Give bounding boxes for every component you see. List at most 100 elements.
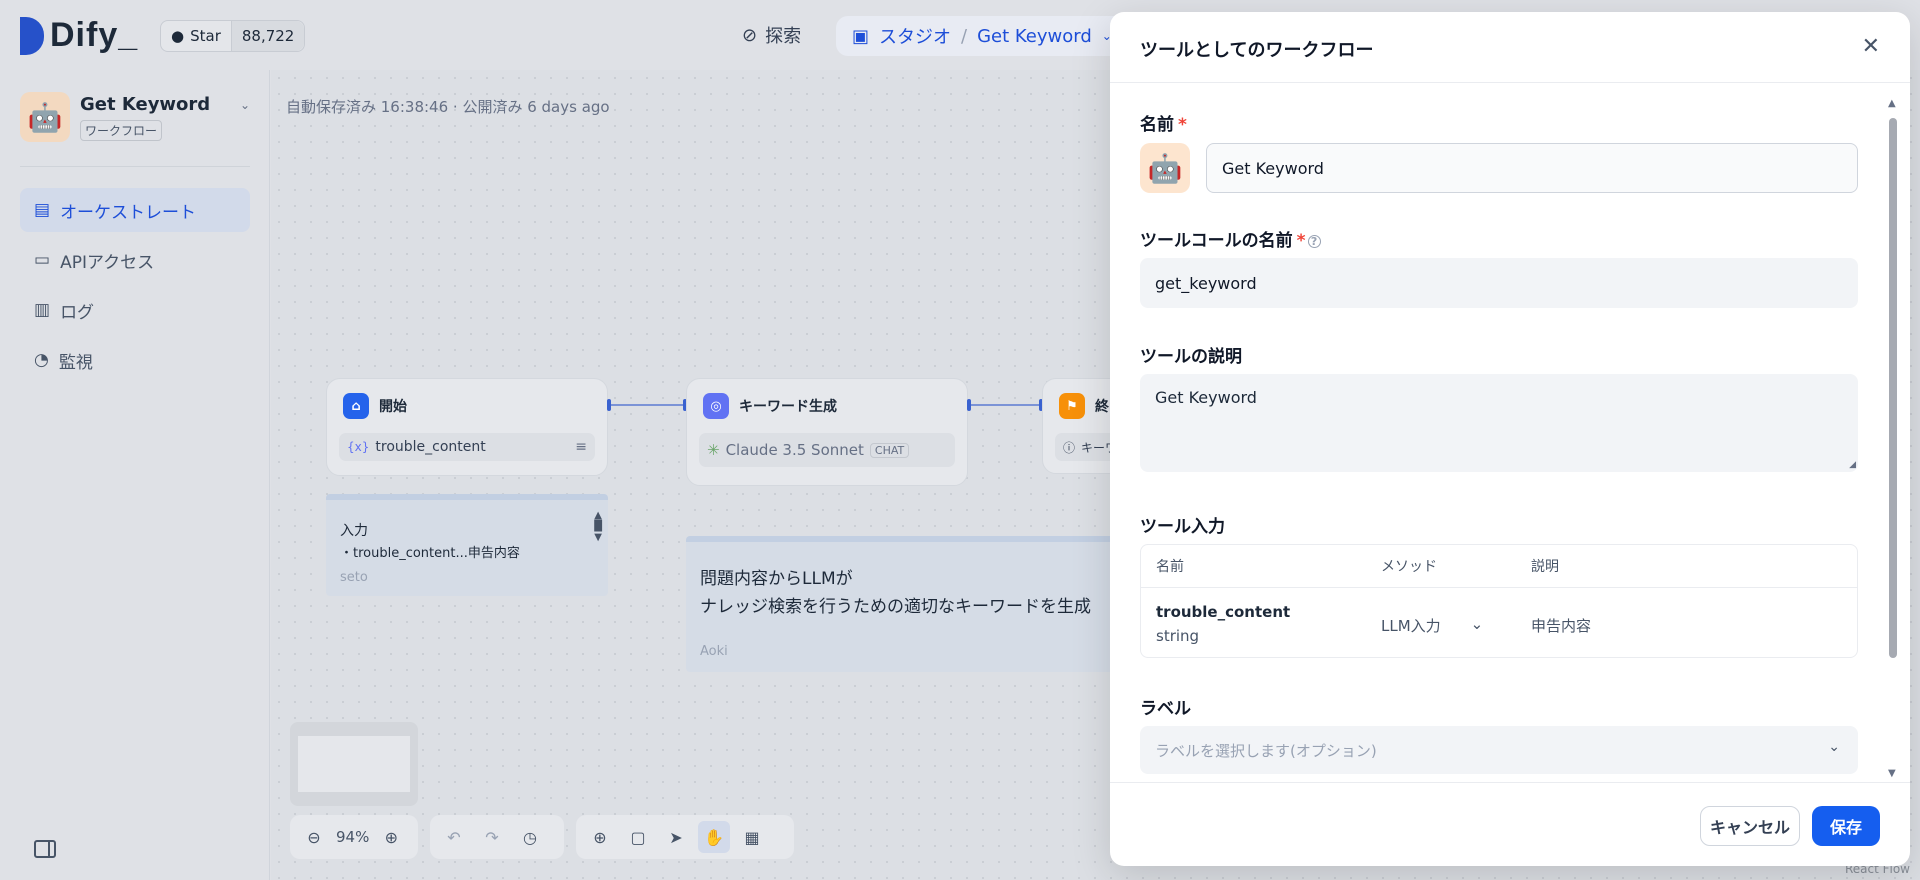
add-note-icon[interactable]: ▢ bbox=[622, 821, 654, 853]
description-textarea[interactable]: Get Keyword ◢ bbox=[1140, 374, 1858, 472]
label-placeholder: ラベルを選択します(オプション) bbox=[1155, 741, 1377, 760]
zoom-level[interactable]: 94% bbox=[336, 828, 369, 846]
llm-icon: ◎ bbox=[703, 393, 729, 419]
name-label: 名前 * bbox=[1140, 115, 1187, 135]
layout-grid-icon[interactable]: ▦ bbox=[736, 821, 768, 853]
label-label: ラベル bbox=[1140, 699, 1191, 719]
history-icon[interactable]: ◷ bbox=[514, 821, 546, 853]
call-name-input[interactable]: get_keyword bbox=[1140, 258, 1858, 308]
node-variable: {x} trouble_content ≡ bbox=[339, 433, 595, 461]
note-text: ナレッジ検索を行うための適切なキーワードを生成 bbox=[700, 597, 1091, 617]
nav-explore[interactable]: ⊘ 探索 bbox=[742, 22, 801, 48]
param-type: string bbox=[1156, 627, 1200, 645]
sidebar-item-logs[interactable]: ▥ ログ bbox=[20, 288, 250, 332]
divider bbox=[20, 166, 250, 167]
robot-icon: ▣ bbox=[852, 25, 870, 47]
terminal-icon: ▭ bbox=[34, 250, 51, 270]
current-app-label: Get Keyword bbox=[977, 25, 1092, 47]
sidebar-item-orchestrate[interactable]: ▤ オーケストレート bbox=[20, 188, 250, 232]
scroll-arrows-icon[interactable]: ▲ █ ▼ bbox=[594, 510, 602, 543]
variable-icon: {x} bbox=[347, 440, 370, 454]
nav-studio-label: スタジオ bbox=[879, 27, 952, 48]
model-badge: ✳ Claude 3.5 Sonnet CHAT bbox=[699, 433, 955, 467]
llm-node[interactable]: ◎ キーワード生成 ✳ Claude 3.5 Sonnet CHAT bbox=[686, 378, 968, 486]
node-title: キーワード生成 bbox=[739, 399, 837, 415]
compass-icon: ⊘ bbox=[742, 24, 758, 46]
table-header: メソッド bbox=[1381, 559, 1437, 575]
param-description-input[interactable]: 申告内容 bbox=[1531, 615, 1591, 636]
resize-handle-icon[interactable]: ◢ bbox=[1849, 460, 1856, 470]
chevron-down-icon[interactable]: ⌄ bbox=[240, 98, 250, 112]
save-button[interactable]: 保存 bbox=[1812, 806, 1880, 846]
dialog-title: ツールとしてのワークフロー bbox=[1140, 40, 1374, 61]
workflow-as-tool-dialog: ツールとしてのワークフロー ✕ 名前 * 🤖 Get Keyword ツールコール… bbox=[1110, 12, 1910, 866]
github-icon: ● bbox=[171, 27, 185, 45]
param-name: trouble_content bbox=[1156, 603, 1291, 621]
app-name: Get Keyword bbox=[80, 94, 211, 115]
tool-input-table: 名前 メソッド 説明 trouble_content string LLM入力 … bbox=[1140, 544, 1858, 658]
method-select[interactable]: LLM入力 ⌄ bbox=[1381, 615, 1483, 636]
star-label: Star bbox=[190, 27, 221, 45]
variable-name: trouble_content bbox=[375, 439, 486, 455]
sidebar-item-label: ログ bbox=[60, 302, 95, 323]
note-card[interactable]: 入力 ・trouble_content...申告内容 seto ▲ █ ▼ bbox=[326, 494, 608, 596]
label-select[interactable]: ラベルを選択します(オプション) ⌄ bbox=[1140, 726, 1858, 774]
tool-input-label: ツール入力 bbox=[1140, 517, 1225, 537]
description-label: ツールの説明 bbox=[1140, 347, 1242, 367]
divider bbox=[1110, 82, 1910, 83]
cancel-button[interactable]: キャンセル bbox=[1700, 806, 1800, 846]
node-title: 開始 bbox=[379, 399, 407, 415]
canvas-tools: ⊕ ▢ ➤ ✋ ▦ bbox=[576, 815, 794, 859]
breadcrumb-separator: / bbox=[961, 25, 968, 47]
help-icon[interactable]: ? bbox=[1307, 234, 1321, 248]
dialog-scrollbar[interactable]: ▲ ▼ bbox=[1888, 98, 1898, 779]
sidebar-menu: ▤ オーケストレート ▭ APIアクセス ▥ ログ ◔ 監視 bbox=[20, 188, 250, 388]
note-text: ・trouble_content...申告内容 bbox=[340, 546, 520, 561]
logo-mark-icon bbox=[20, 16, 44, 55]
note-text: 問題内容からLLMが bbox=[700, 569, 853, 589]
divider bbox=[1110, 782, 1910, 783]
redo-icon[interactable]: ↷ bbox=[476, 821, 508, 853]
divider bbox=[1141, 587, 1857, 588]
panel-toggle-icon[interactable] bbox=[34, 840, 56, 858]
table-header: 名前 bbox=[1156, 559, 1184, 575]
note-author: seto bbox=[340, 570, 368, 585]
gauge-icon: ◔ bbox=[34, 350, 49, 370]
add-node-icon[interactable]: ⊕ bbox=[584, 821, 616, 853]
tool-icon-picker[interactable]: 🤖 bbox=[1140, 143, 1190, 193]
mode-badge: CHAT bbox=[869, 442, 910, 458]
note-author: Aoki bbox=[700, 644, 728, 659]
app-avatar: 🤖 bbox=[20, 92, 70, 142]
close-icon[interactable]: ✕ bbox=[1862, 34, 1880, 59]
dify-logo[interactable]: Dify_ bbox=[20, 16, 138, 55]
sidebar-item-label: 監視 bbox=[58, 352, 93, 373]
sidebar-item-label: APIアクセス bbox=[60, 252, 155, 273]
zoom-out-icon[interactable]: ⊖ bbox=[298, 821, 330, 853]
hand-icon[interactable]: ✋ bbox=[698, 821, 730, 853]
scroll-up-icon[interactable]: ▲ bbox=[1888, 98, 1896, 109]
star-count: 88,722 bbox=[230, 21, 305, 51]
app-type-badge: ワークフロー bbox=[80, 120, 163, 141]
nav-studio[interactable]: ▣ スタジオ / Get Keyword ⌄ bbox=[836, 16, 1128, 56]
autosave-status: 自動保存済み 16:38:46 · 公開済み 6 days ago bbox=[286, 98, 610, 116]
model-name: Claude 3.5 Sonnet bbox=[725, 441, 864, 459]
scrollbar-thumb[interactable] bbox=[1889, 118, 1897, 658]
start-node[interactable]: ⌂ 開始 {x} trouble_content ≡ bbox=[326, 378, 608, 476]
pointer-icon[interactable]: ➤ bbox=[660, 821, 692, 853]
chevron-down-icon: ⌄ bbox=[1828, 739, 1840, 755]
minimap[interactable] bbox=[290, 722, 418, 806]
edge bbox=[971, 404, 1039, 406]
github-star-button[interactable]: ● Star 88,722 bbox=[160, 20, 306, 52]
sidebar-item-api-access[interactable]: ▭ APIアクセス bbox=[20, 238, 250, 282]
name-input[interactable]: Get Keyword bbox=[1206, 143, 1858, 193]
note-card[interactable]: 問題内容からLLMが ナレッジ検索を行うための適切なキーワードを生成 Aoki bbox=[686, 536, 1126, 672]
sidebar-item-monitoring[interactable]: ◔ 監視 bbox=[20, 338, 250, 382]
scroll-down-icon[interactable]: ▼ bbox=[1888, 768, 1896, 779]
info-icon: ⓘ bbox=[1063, 440, 1076, 455]
undo-icon[interactable]: ↶ bbox=[438, 821, 470, 853]
edge bbox=[611, 404, 683, 406]
method-value: LLM入力 bbox=[1381, 617, 1441, 635]
chevron-down-icon: ⌄ bbox=[1470, 615, 1484, 633]
app-info[interactable]: 🤖 Get Keyword ワークフロー ⌄ bbox=[20, 92, 250, 152]
zoom-in-icon[interactable]: ⊕ bbox=[375, 821, 407, 853]
